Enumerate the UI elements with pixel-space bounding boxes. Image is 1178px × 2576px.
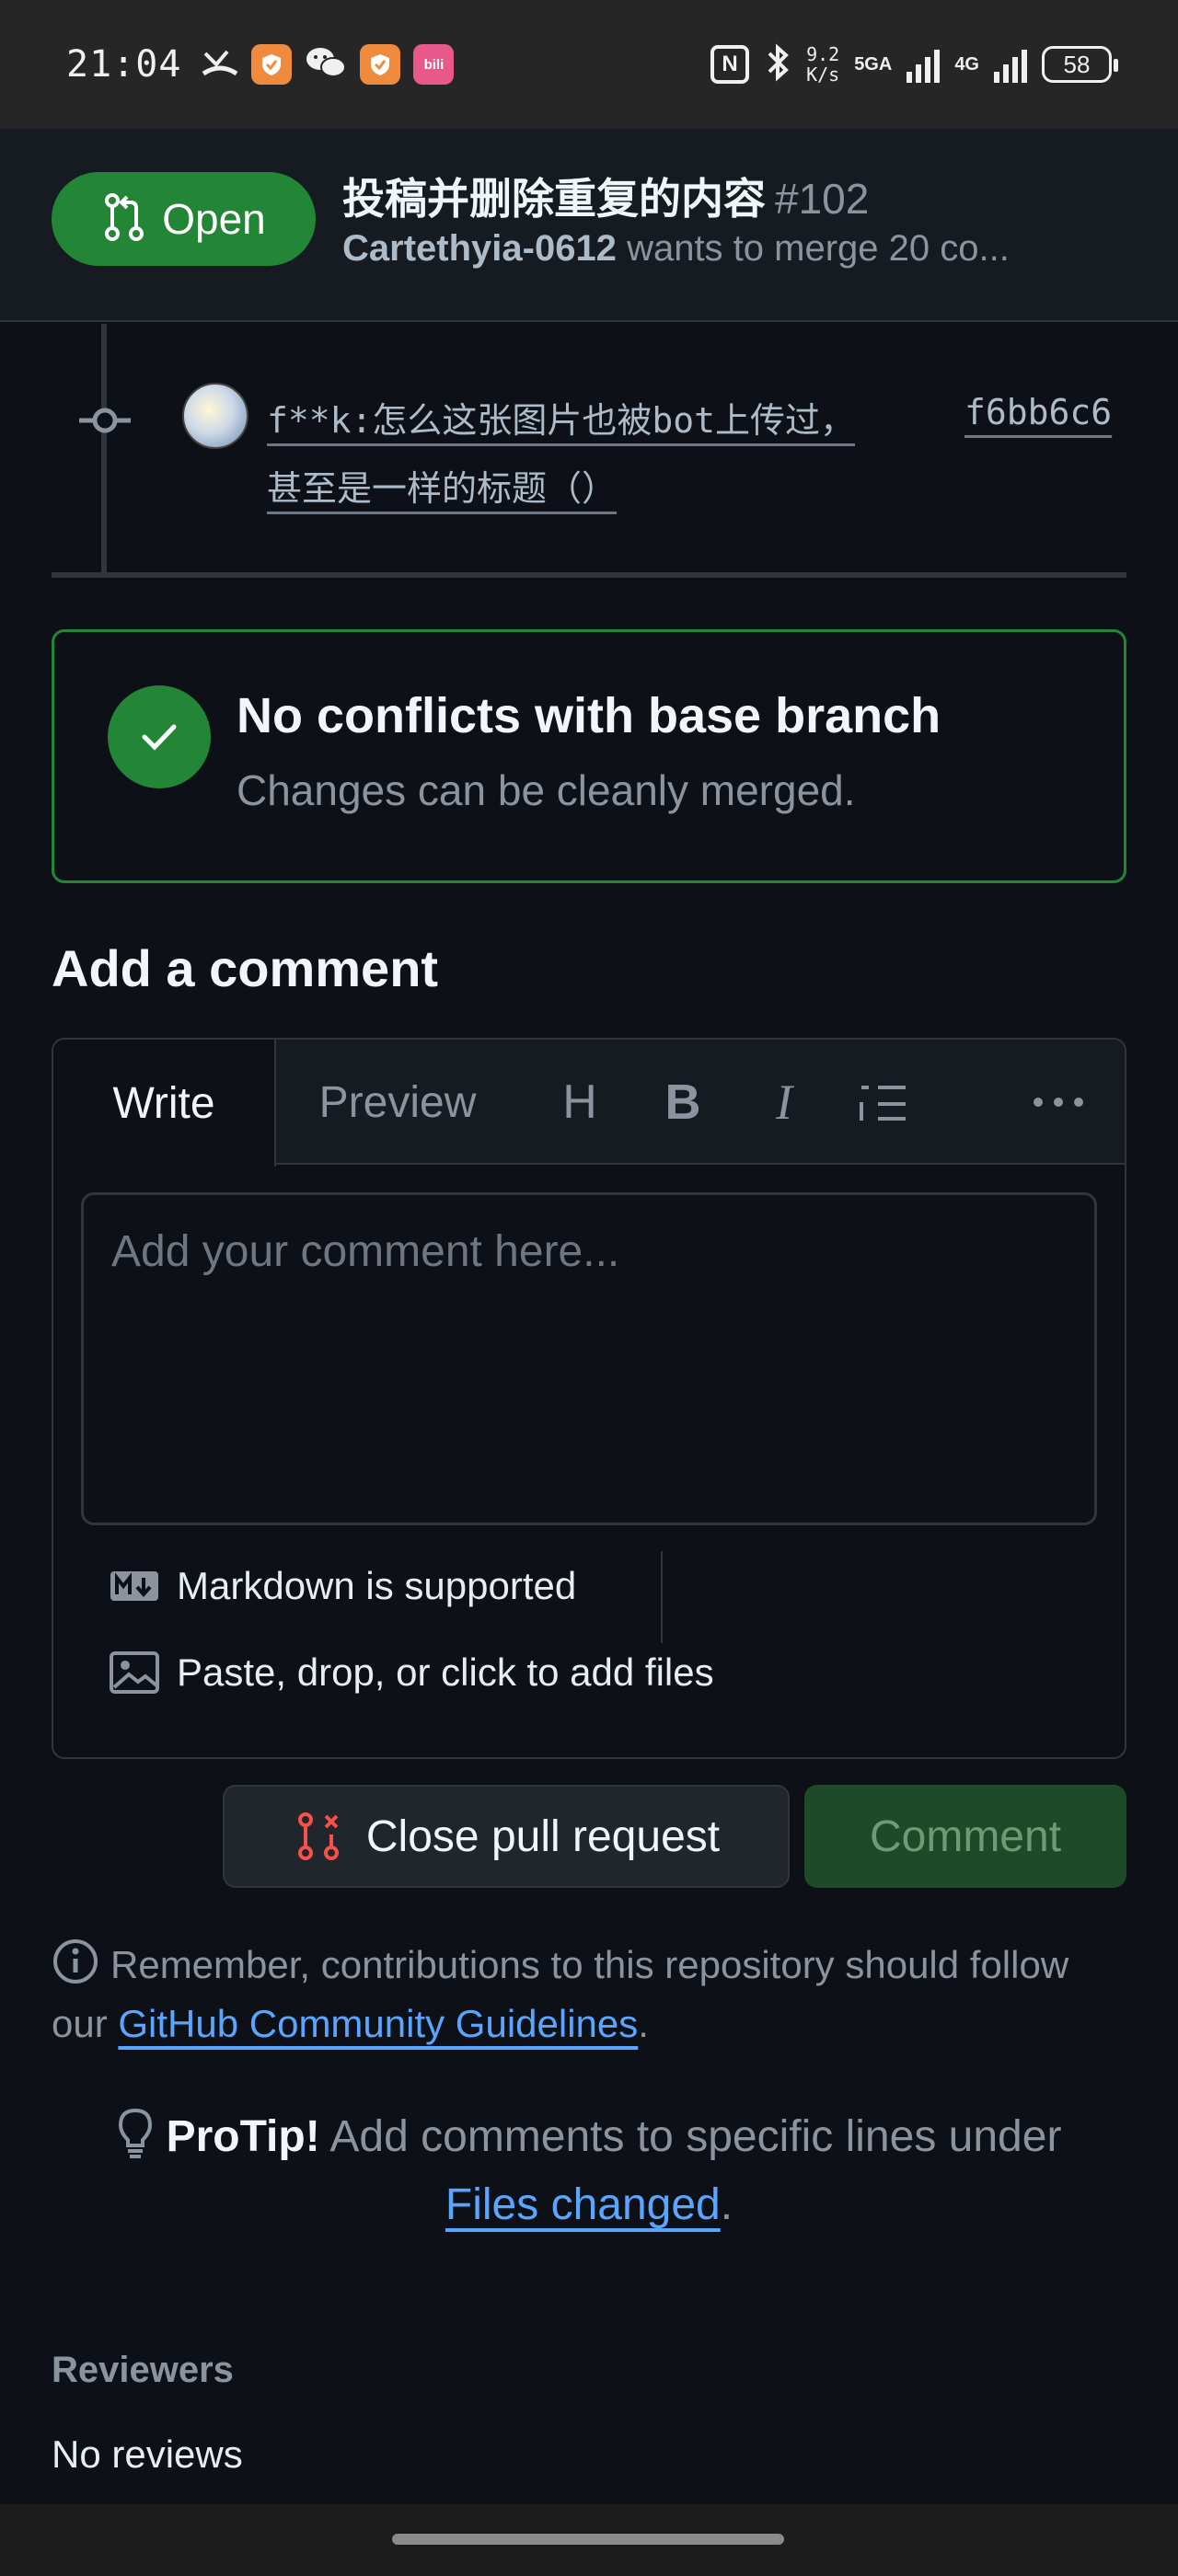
- footer-separator: [661, 1551, 663, 1643]
- tab-preview[interactable]: Preview: [278, 1040, 517, 1165]
- markdown-note-text: Markdown is supported: [177, 1564, 577, 1607]
- comment-button[interactable]: Comment: [804, 1785, 1126, 1888]
- nfc-icon: N: [710, 45, 750, 84]
- commit-icon: [79, 408, 131, 433]
- network-type-2: 4G: [954, 54, 979, 75]
- shield-app-icon: [251, 44, 293, 85]
- commit-sha[interactable]: f6bb6c6: [964, 392, 1112, 432]
- italic-icon: I: [776, 1075, 792, 1130]
- pr-state-label: Open: [162, 195, 266, 243]
- commit-message[interactable]: f**k:怎么这张图片也被bot上传过，甚至是一样的标题（）: [267, 386, 856, 523]
- wechat-icon: [305, 44, 347, 86]
- pr-header: Open 投稿并删除重复的内容 #102 Cartethyia-0612 want…: [0, 129, 1178, 322]
- pr-author[interactable]: Cartethyia-0612: [342, 228, 617, 269]
- list-button[interactable]: [854, 1073, 913, 1132]
- signal-icon-1: [907, 46, 941, 83]
- files-changed-link[interactable]: Files changed: [445, 2180, 721, 2229]
- pr-merge-text: wants to merge 20 co...: [627, 228, 1010, 269]
- home-gesture-handle[interactable]: [392, 2534, 784, 2545]
- check-icon: [108, 685, 211, 788]
- pull-request-icon: [101, 191, 147, 247]
- italic-button[interactable]: I: [755, 1073, 814, 1132]
- attach-files-text: Paste, drop, or click to add files: [177, 1650, 714, 1694]
- signal-icon-2: [994, 46, 1027, 83]
- merge-status-title: No conflicts with base branch: [237, 688, 941, 743]
- pr-title-text: 投稿并删除重复的内容: [342, 175, 766, 223]
- info-icon: [53, 1939, 98, 1984]
- status-time: 21:04: [66, 43, 182, 86]
- merge-status-box: No conflicts with base branch Changes ca…: [52, 629, 1126, 883]
- heading-icon: H: [562, 1075, 597, 1129]
- add-comment-heading: Add a comment: [52, 939, 439, 997]
- attach-files[interactable]: Paste, drop, or click to add files: [109, 1650, 714, 1695]
- editor-toolbar: Write Preview H B I: [53, 1040, 1125, 1167]
- battery-icon: 58: [1042, 46, 1118, 83]
- pr-number: #102: [775, 175, 870, 223]
- commit-message-text[interactable]: f**k:怎么这张图片也被bot上传过，甚至是一样的标题（）: [267, 400, 855, 509]
- close-pull-request-label: Close pull request: [365, 1811, 721, 1861]
- pr-state-badge: Open: [52, 172, 316, 266]
- protip-end: .: [720, 2180, 733, 2229]
- net-speed-unit: K/s: [806, 63, 840, 86]
- lightbulb-icon: [118, 2108, 152, 2158]
- comment-editor: Write Preview H B I Markdown is supporte…: [52, 1038, 1126, 1759]
- protip-text: Add comments to specific lines under: [329, 2112, 1062, 2161]
- reviewers-heading: Reviewers: [52, 2350, 234, 2390]
- bold-button[interactable]: B: [653, 1073, 712, 1132]
- network-type-1: 5GA: [854, 54, 893, 75]
- timeline-divider: [52, 572, 1126, 578]
- status-notification-icons: bili: [202, 44, 455, 86]
- reviewers-value: No reviews: [52, 2432, 243, 2476]
- more-button[interactable]: [1029, 1073, 1088, 1132]
- bluetooth-icon: [764, 42, 791, 87]
- protip: ProTip! Add comments to specific lines u…: [52, 2103, 1126, 2239]
- missed-call-icon: [202, 46, 238, 84]
- community-guidelines-end: .: [638, 2002, 649, 2045]
- comment-input[interactable]: [81, 1192, 1097, 1525]
- protip-label: ProTip!: [166, 2112, 320, 2161]
- markdown-note[interactable]: Markdown is supported: [109, 1564, 576, 1608]
- merge-status-subtitle: Changes can be cleanly merged.: [237, 766, 856, 814]
- heading-button[interactable]: H: [550, 1073, 609, 1132]
- close-pull-request-button[interactable]: Close pull request: [223, 1785, 790, 1888]
- community-guidelines-link[interactable]: GitHub Community Guidelines: [118, 2002, 638, 2045]
- image-icon: [110, 1651, 159, 1694]
- pr-subtitle: Cartethyia-0612 wants to merge 20 co...: [342, 228, 1134, 270]
- pr-title: 投稿并删除重复的内容 #102: [342, 166, 869, 226]
- list-icon: [860, 1086, 906, 1121]
- net-speed-value: 9.2: [806, 43, 840, 65]
- bold-icon: B: [664, 1075, 701, 1130]
- bilibili-icon: bili: [413, 44, 455, 85]
- timeline-line: [101, 324, 107, 574]
- tab-write[interactable]: Write: [53, 1040, 276, 1167]
- community-guidelines-note: Remember, contributions to this reposito…: [52, 1936, 1126, 2053]
- net-speed: 9.2 K/s: [806, 44, 839, 85]
- status-bar: 21:04 bili N 9.2 K/s 5GA 4G 58: [0, 0, 1178, 129]
- shield-app-icon-2: [360, 44, 401, 85]
- markdown-icon: [110, 1571, 158, 1601]
- avatar[interactable]: [182, 383, 248, 449]
- pull-request-closed-icon: [297, 1812, 339, 1860]
- more-icon: [1034, 1098, 1083, 1107]
